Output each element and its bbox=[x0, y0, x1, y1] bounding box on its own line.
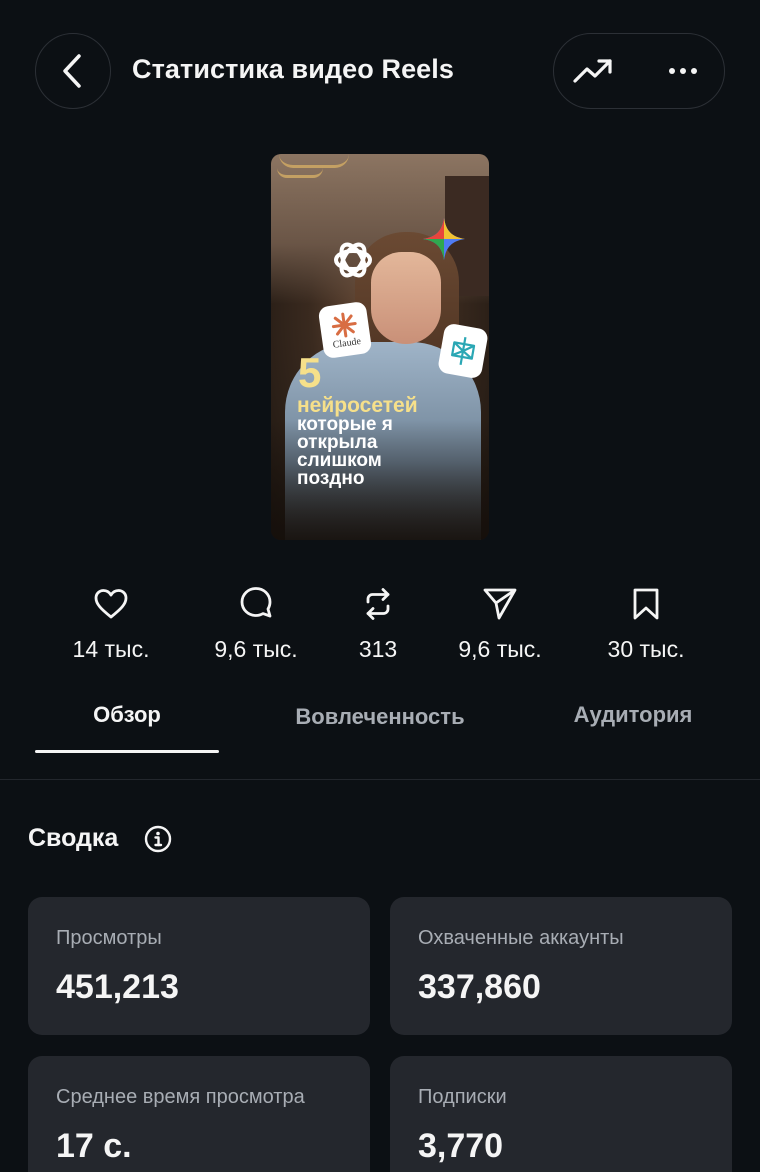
avg-watch-time-card[interactable]: Среднее время просмотра 17 с. bbox=[28, 1056, 370, 1172]
follows-value: 3,770 bbox=[418, 1127, 504, 1165]
tab-audience[interactable]: Аудитория bbox=[545, 702, 721, 728]
comment-icon bbox=[240, 587, 272, 618]
thumbnail-caption: которые я открыла слишком поздно bbox=[297, 415, 477, 489]
info-icon[interactable] bbox=[144, 825, 172, 853]
bookmark-icon bbox=[633, 588, 659, 620]
chatgpt-logo-icon bbox=[331, 236, 375, 284]
chevron-left-icon bbox=[63, 54, 81, 88]
claude-logo-tile: Claude bbox=[317, 300, 373, 360]
shares-stat: 9,6 тыс. bbox=[435, 586, 565, 663]
active-tab-indicator bbox=[35, 750, 219, 753]
share-icon bbox=[483, 588, 517, 620]
saves-stat: 30 тыс. bbox=[581, 586, 711, 663]
summary-title: Сводка bbox=[28, 824, 119, 852]
tabs-divider bbox=[0, 779, 760, 780]
reels-insights-screen: Статистика видео Reels Claude 5 нейросет… bbox=[0, 0, 760, 1172]
avg-watch-time-label: Среднее время просмотра bbox=[56, 1086, 305, 1108]
views-label: Просмотры bbox=[56, 927, 162, 949]
shares-count: 9,6 тыс. bbox=[458, 636, 542, 662]
repost-icon bbox=[366, 588, 390, 620]
claude-logo-icon bbox=[331, 312, 357, 337]
heart-icon bbox=[94, 589, 128, 619]
views-value: 451,213 bbox=[56, 968, 179, 1006]
page-title: Статистика видео Reels bbox=[132, 54, 455, 84]
reposts-stat: 313 bbox=[313, 586, 443, 663]
thumbnail-number: 5 bbox=[298, 349, 322, 396]
thumbnail-headline: нейросетей bbox=[297, 394, 418, 417]
thumbnail-caption-line: поздно bbox=[297, 468, 365, 489]
tab-overview[interactable]: Обзор bbox=[35, 702, 219, 728]
reached-accounts-card[interactable]: Охваченные аккаунты 337,860 bbox=[390, 897, 732, 1035]
reel-thumbnail[interactable]: Claude 5 нейросетей которые я открыла сл… bbox=[271, 154, 489, 540]
comments-stat: 9,6 тыс. bbox=[191, 586, 321, 663]
reached-accounts-value: 337,860 bbox=[418, 968, 541, 1006]
claude-logo-label: Claude bbox=[332, 335, 362, 351]
thumbnail-lamp bbox=[279, 154, 349, 168]
comments-count: 9,6 тыс. bbox=[214, 636, 298, 662]
reposts-count: 313 bbox=[358, 636, 398, 662]
tab-engagement[interactable]: Вовлеченность bbox=[283, 702, 477, 732]
header-actions bbox=[553, 33, 725, 109]
perplexity-logo-tile bbox=[436, 322, 489, 380]
saves-count: 30 тыс. bbox=[607, 636, 685, 662]
more-horizontal-icon[interactable] bbox=[668, 67, 698, 75]
thumbnail-lamp bbox=[277, 168, 323, 178]
avg-watch-time-value: 17 с. bbox=[56, 1127, 132, 1165]
perplexity-logo-icon bbox=[451, 337, 476, 365]
trending-up-icon[interactable] bbox=[572, 56, 616, 86]
follows-label: Подписки bbox=[418, 1086, 507, 1108]
likes-count: 14 тыс. bbox=[72, 636, 150, 662]
gemini-logo-icon bbox=[421, 216, 467, 262]
back-button[interactable] bbox=[35, 33, 111, 109]
views-card[interactable]: Просмотры 451,213 bbox=[28, 897, 370, 1035]
likes-stat: 14 тыс. bbox=[46, 586, 176, 663]
thumbnail-person-face bbox=[371, 252, 441, 344]
reached-accounts-label: Охваченные аккаунты bbox=[418, 927, 624, 949]
follows-card[interactable]: Подписки 3,770 bbox=[390, 1056, 732, 1172]
